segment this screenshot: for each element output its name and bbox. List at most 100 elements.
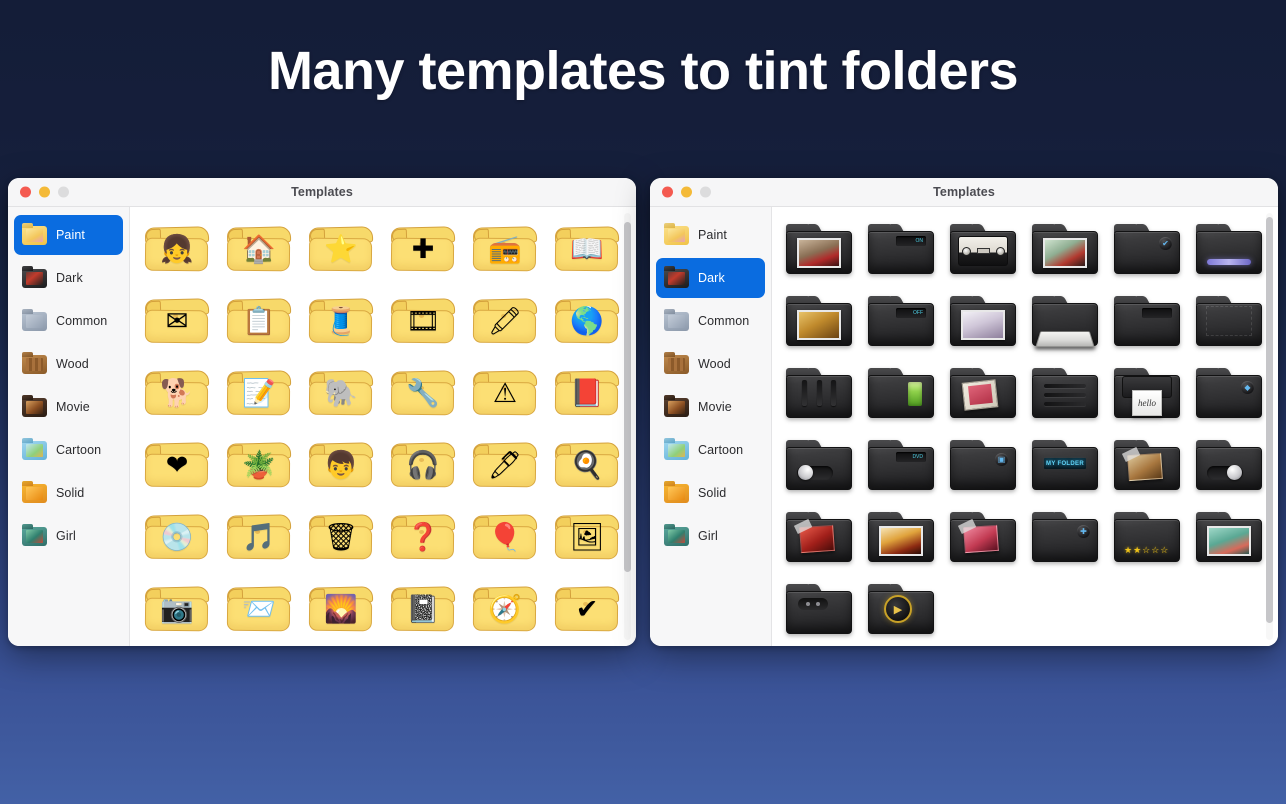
sidebar-item-wood[interactable]: Wood	[14, 344, 123, 384]
template-item[interactable]: 📨	[218, 573, 300, 645]
sidebar-item-girl[interactable]: Girl	[14, 516, 123, 556]
sidebar-item-common[interactable]: Common	[14, 301, 123, 341]
template-item[interactable]	[1024, 285, 1106, 357]
template-item[interactable]	[942, 285, 1024, 357]
template-item[interactable]	[1106, 285, 1188, 357]
template-item[interactable]: ✔	[546, 573, 628, 645]
template-grid-area[interactable]: 👧 🏠 ⭐ ✚ 📻 📖 ✉ 📋 🧵 🎞 🖍 🌎 🐕 📝 🐘 🔧 ⚠ 📕 ❤ 🪴 👦 🎧 🖊 🍳 💿 🎵 🗑 ❓ 🎈 🖼 📷 📨 🌄 📓 🧭 ✔	[130, 207, 636, 646]
sidebar[interactable]: Paint Dark Common Wood Movie Cartoon Solid Girl	[8, 207, 130, 646]
scrollbar-thumb[interactable]	[624, 221, 631, 572]
template-item[interactable]	[778, 429, 860, 501]
sidebar-item-cartoon[interactable]: Cartoon	[14, 430, 123, 470]
template-item[interactable]: 🎞	[382, 285, 464, 357]
template-item[interactable]: ◆	[1188, 357, 1270, 429]
scrollbar-thumb[interactable]	[1266, 217, 1273, 623]
template-item[interactable]	[1024, 357, 1106, 429]
template-item[interactable]: 🐘	[300, 357, 382, 429]
template-item[interactable]	[1024, 213, 1106, 285]
template-item[interactable]: 🧵	[300, 285, 382, 357]
template-grid[interactable]: ON ✔ OFF hello ◆ DVD ▣ MY FOLDER ✚ ★★☆☆☆ ▶	[778, 213, 1278, 645]
template-item[interactable]	[942, 213, 1024, 285]
template-item[interactable]: 📖	[546, 213, 628, 285]
template-item[interactable]: 🌎	[546, 285, 628, 357]
traffic-lights[interactable]	[20, 186, 69, 198]
template-grid-area[interactable]: ON ✔ OFF hello ◆ DVD ▣ MY FOLDER ✚ ★★☆☆☆ ▶	[772, 207, 1278, 646]
template-item[interactable]: 🪴	[218, 429, 300, 501]
template-item[interactable]: 👧	[136, 213, 218, 285]
close-button[interactable]	[20, 186, 31, 198]
sidebar-item-solid[interactable]: Solid	[14, 473, 123, 513]
template-item[interactable]: ✚	[382, 213, 464, 285]
template-item[interactable]: ✚	[1024, 501, 1106, 573]
template-item[interactable]	[860, 357, 942, 429]
template-item[interactable]: 🔧	[382, 357, 464, 429]
template-item[interactable]: 📋	[218, 285, 300, 357]
template-item[interactable]	[778, 501, 860, 573]
traffic-lights[interactable]	[662, 186, 711, 198]
sidebar-item-paint[interactable]: Paint	[14, 215, 123, 255]
template-item[interactable]: 🏠	[218, 213, 300, 285]
template-item[interactable]: 📕	[546, 357, 628, 429]
template-item[interactable]	[942, 357, 1024, 429]
template-item[interactable]: ▣	[942, 429, 1024, 501]
sidebar-item-dark[interactable]: Dark	[656, 258, 765, 298]
template-item[interactable]: 👦	[300, 429, 382, 501]
template-item[interactable]: MY FOLDER	[1024, 429, 1106, 501]
template-grid[interactable]: 👧 🏠 ⭐ ✚ 📻 📖 ✉ 📋 🧵 🎞 🖍 🌎 🐕 📝 🐘 🔧 ⚠ 📕 ❤ 🪴 👦 🎧 🖊 🍳 💿 🎵 🗑 ❓ 🎈 🖼 📷 📨 🌄 📓 🧭 ✔	[136, 213, 636, 645]
template-item[interactable]: 🧭	[464, 573, 546, 645]
template-item[interactable]: 🍳	[546, 429, 628, 501]
template-item[interactable]	[1188, 429, 1270, 501]
zoom-button[interactable]	[58, 186, 69, 198]
template-item[interactable]	[778, 357, 860, 429]
template-item[interactable]: 🖼	[546, 501, 628, 573]
vertical-scrollbar[interactable]	[1266, 213, 1273, 640]
sidebar-item-movie[interactable]: Movie	[14, 387, 123, 427]
template-item[interactable]: ✉	[136, 285, 218, 357]
close-button[interactable]	[662, 186, 673, 198]
sidebar-item-dark[interactable]: Dark	[14, 258, 123, 298]
template-item[interactable]: OFF	[860, 285, 942, 357]
sidebar-item-movie[interactable]: Movie	[656, 387, 765, 427]
template-item[interactable]: ▶	[860, 573, 942, 645]
zoom-button[interactable]	[700, 186, 711, 198]
sidebar-item-solid[interactable]: Solid	[656, 473, 765, 513]
sidebar[interactable]: Paint Dark Common Wood Movie Cartoon Solid Girl	[650, 207, 772, 646]
minimize-button[interactable]	[39, 186, 50, 198]
template-item[interactable]: 📻	[464, 213, 546, 285]
template-item[interactable]: ⭐	[300, 213, 382, 285]
template-item[interactable]: hello	[1106, 357, 1188, 429]
template-item[interactable]: 🎧	[382, 429, 464, 501]
minimize-button[interactable]	[681, 186, 692, 198]
template-item[interactable]: ❓	[382, 501, 464, 573]
template-item[interactable]: 💿	[136, 501, 218, 573]
template-item[interactable]	[1188, 285, 1270, 357]
template-item[interactable]: 🌄	[300, 573, 382, 645]
vertical-scrollbar[interactable]	[624, 213, 631, 640]
sidebar-item-girl[interactable]: Girl	[656, 516, 765, 556]
template-item[interactable]: 🖍	[464, 285, 546, 357]
template-item[interactable]: ★★☆☆☆	[1106, 501, 1188, 573]
template-item[interactable]: 🎵	[218, 501, 300, 573]
sidebar-item-wood[interactable]: Wood	[656, 344, 765, 384]
template-item[interactable]: ✔	[1106, 213, 1188, 285]
sidebar-item-cartoon[interactable]: Cartoon	[656, 430, 765, 470]
template-item[interactable]	[942, 501, 1024, 573]
template-item[interactable]: 🐕	[136, 357, 218, 429]
template-item[interactable]: ON	[860, 213, 942, 285]
template-item[interactable]	[1188, 213, 1270, 285]
template-item[interactable]: 📓	[382, 573, 464, 645]
template-item[interactable]: 📝	[218, 357, 300, 429]
template-item[interactable]: 🎈	[464, 501, 546, 573]
template-item[interactable]: 🗑	[300, 501, 382, 573]
sidebar-item-common[interactable]: Common	[656, 301, 765, 341]
template-item[interactable]	[1188, 501, 1270, 573]
template-item[interactable]	[778, 213, 860, 285]
sidebar-item-paint[interactable]: Paint	[656, 215, 765, 255]
template-item[interactable]	[778, 285, 860, 357]
template-item[interactable]: 🖊	[464, 429, 546, 501]
template-item[interactable]	[860, 501, 942, 573]
template-item[interactable]: 📷	[136, 573, 218, 645]
template-item[interactable]: ⚠	[464, 357, 546, 429]
template-item[interactable]	[778, 573, 860, 645]
template-item[interactable]: DVD	[860, 429, 942, 501]
